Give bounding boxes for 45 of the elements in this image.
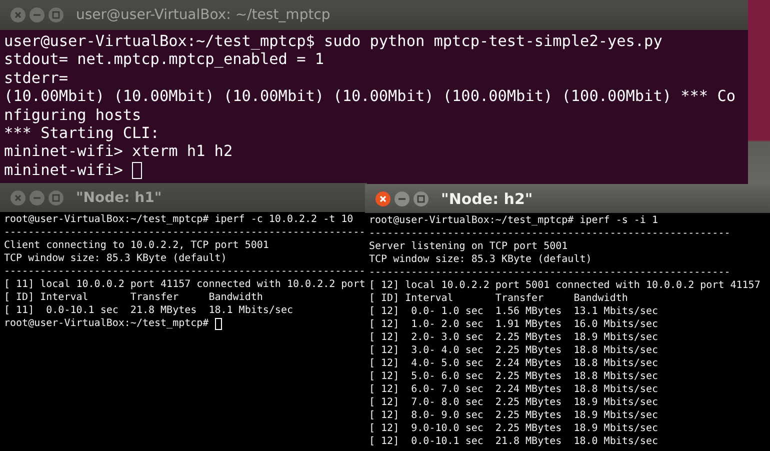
terminal-line: [ 12] 0.0- 1.0 sec 1.56 MBytes 13.1 Mbits/sec [369,305,658,318]
terminal-line: ------------------------------------------------------------ [4,226,366,239]
terminal-line: [ 11] 0.0-10.1 sec 21.8 MBytes 18.1 Mbits/sec [4,304,293,317]
terminal-line: root@user-VirtualBox:~/test_mptcp# iperf -c 10.0.2.2 -t 10 [4,213,354,226]
terminal-line: [ 12] 9.0-10.0 sec 2.25 MBytes 18.9 Mbits/sec [369,422,658,435]
terminal-line: [ 12] 2.0- 3.0 sec 2.25 MBytes 18.9 Mbits/sec [369,331,658,344]
terminal-line: [ 12] 7.0- 8.0 sec 2.25 MBytes 18.9 Mbits/sec [369,396,658,409]
minimize-icon[interactable] [394,190,410,206]
terminal-line: Server listening on TCP port 5001 [369,240,568,253]
terminal-line: TCP window size: 85.3 KByte (default) [369,253,592,266]
terminal-line: [ 12] 5.0- 6.0 sec 2.25 MBytes 18.8 Mbits/sec [369,370,658,383]
terminal-line: [ 12] 3.0- 4.0 sec 2.25 MBytes 18.8 Mbits/sec [369,344,658,357]
terminal-line: [ 12] 4.0- 5.0 sec 2.24 MBytes 18.8 Mbits/sec [369,357,658,370]
terminal-line: ------------------------------------------------------------ [369,266,730,279]
terminal-line: [ 12] local 10.0.2.2 port 5001 connected with 10.0.0.2 port 41157 [369,279,760,292]
minimize-icon[interactable] [29,7,45,23]
terminal-line: Client connecting to 10.0.2.2, TCP port 5001 [4,239,269,252]
maximize-icon[interactable] [48,190,64,206]
terminal-line: root@user-VirtualBox:~/test_mptcp# iperf -s -i 1 [369,214,658,227]
terminal-line: [ 12] 1.0- 2.0 sec 1.91 MBytes 16.0 Mbits/sec [369,318,658,331]
terminal-line: stdout= net.mptcp.mptcp_enabled = 1 [4,50,324,69]
terminal-line: root@user-VirtualBox:~/test_mptcp# [4,317,210,330]
terminal-line: [ ID] Interval Transfer Bandwidth [369,292,628,305]
close-icon[interactable] [375,190,391,206]
window-title: "Node: h2" [441,190,533,208]
terminal-line: [ 12] 8.0- 9.0 sec 2.25 MBytes 18.9 Mbits/sec [369,409,658,422]
terminal-line: nfiguring hosts [4,106,142,124]
terminal-line: ------------------------------------------------------------ [369,227,730,240]
window-title: user@user-VirtualBox: ~/test_mptcp [76,7,330,23]
terminal-line: stderr= [4,68,68,88]
terminal-line: (10.00Mbit) (10.00Mbit) (10.00Mbit) (10.00Mbit) (100.00Mbit) (100.00Mbit) *** Co [4,87,736,106]
terminal-line: TCP window size: 85.3 KByte (default) [4,252,227,265]
maximize-icon[interactable] [413,190,429,206]
terminal-line: [ 11] local 10.0.0.2 port 41157 connected with 10.0.2.2 port [4,278,366,291]
terminal-line: user@user-VirtualBox:~/test_mptcp$ sudo python mptcp-test-simple2-yes.py [4,32,662,50]
window-title: "Node: h1" [76,190,162,206]
minimize-icon[interactable] [29,190,45,206]
terminal-line: *** Starting CLI: [4,124,160,142]
terminal-line: mininet-wifi> xterm h1 h2 [4,142,233,161]
terminal-line: [ ID] Interval Transfer Bandwidth [4,291,263,304]
maximize-icon[interactable] [48,7,64,23]
terminal-line: ------------------------------------------------------------ [4,265,366,278]
terminal-line: [ 12] 6.0- 7.0 sec 2.24 MBytes 18.8 Mbits/sec [369,383,658,396]
terminal-line: mininet-wifi> [4,160,124,180]
terminal-line: [ 12] 0.0-10.1 sec 21.8 MBytes 18.0 Mbits/sec [369,435,658,448]
